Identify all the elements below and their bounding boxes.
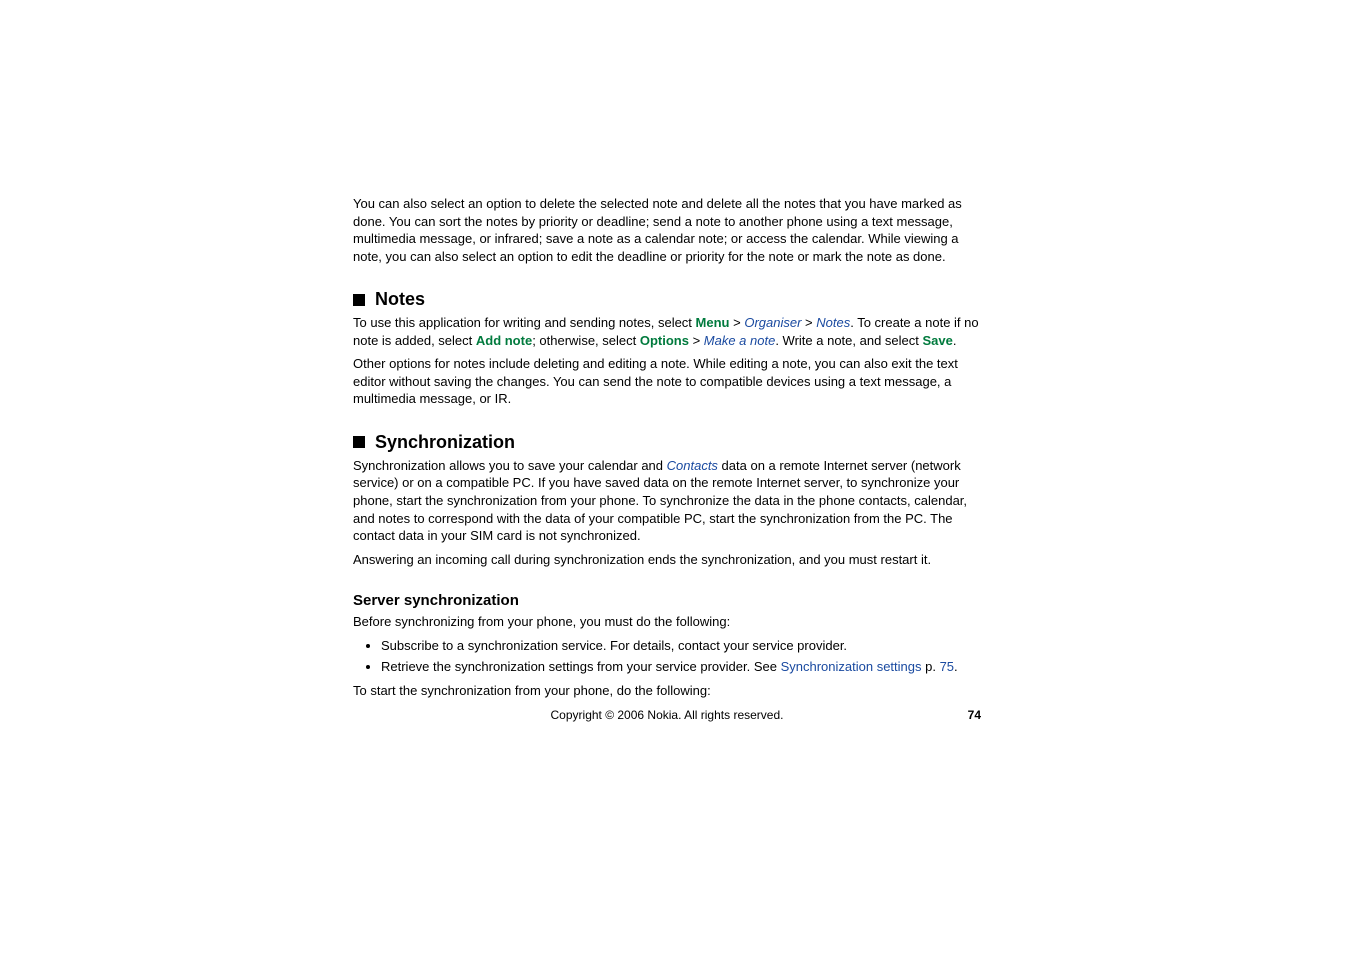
intro-paragraph: You can also select an option to delete … xyxy=(353,195,981,265)
square-bullet-icon xyxy=(353,436,365,448)
server-sync-heading: Server synchronization xyxy=(353,592,981,609)
text-fragment: Retrieve the synchronization settings fr… xyxy=(381,659,781,674)
server-sync-followup: To start the synchronization from your p… xyxy=(353,682,981,700)
notes-heading: Notes xyxy=(375,289,425,310)
add-note-label: Add note xyxy=(476,333,532,348)
document-page: You can also select an option to delete … xyxy=(0,0,1351,954)
options-label: Options xyxy=(640,333,689,348)
server-sync-list: Subscribe to a synchronization service. … xyxy=(353,637,981,676)
list-item: Retrieve the synchronization settings fr… xyxy=(381,658,981,676)
notes-paragraph-1: To use this application for writing and … xyxy=(353,314,981,349)
menu-label: Menu xyxy=(696,315,730,330)
save-label: Save xyxy=(923,333,953,348)
text-fragment: p. xyxy=(922,659,940,674)
copyright-text: Copyright © 2006 Nokia. All rights reser… xyxy=(353,708,981,722)
text-fragment: ; otherwise, select xyxy=(532,333,640,348)
text-fragment: . Write a note, and select xyxy=(775,333,922,348)
text-fragment: To use this application for writing and … xyxy=(353,315,696,330)
list-item: Subscribe to a synchronization service. … xyxy=(381,637,981,655)
square-bullet-icon xyxy=(353,294,365,306)
text-fragment: Synchronization allows you to save your … xyxy=(353,458,667,473)
text-fragment: . xyxy=(953,333,957,348)
sync-settings-link[interactable]: Synchronization settings xyxy=(781,659,922,674)
sync-heading: Synchronization xyxy=(375,432,515,453)
server-sync-intro: Before synchronizing from your phone, yo… xyxy=(353,613,981,631)
separator-gt: > xyxy=(801,315,816,330)
page-footer: Copyright © 2006 Nokia. All rights reser… xyxy=(353,708,981,722)
make-a-note-link[interactable]: Make a note xyxy=(704,333,776,348)
sync-heading-row: Synchronization xyxy=(353,432,981,453)
sync-paragraph-1: Synchronization allows you to save your … xyxy=(353,457,981,545)
page-link[interactable]: 75 xyxy=(940,659,954,674)
notes-link[interactable]: Notes xyxy=(816,315,850,330)
separator-gt: > xyxy=(689,333,704,348)
notes-heading-row: Notes xyxy=(353,289,981,310)
sync-paragraph-2: Answering an incoming call during synchr… xyxy=(353,551,981,569)
separator-gt: > xyxy=(730,315,745,330)
page-number: 74 xyxy=(968,708,981,722)
organiser-link[interactable]: Organiser xyxy=(744,315,801,330)
notes-paragraph-2: Other options for notes include deleting… xyxy=(353,355,981,408)
contacts-link[interactable]: Contacts xyxy=(667,458,718,473)
text-fragment: . xyxy=(954,659,958,674)
